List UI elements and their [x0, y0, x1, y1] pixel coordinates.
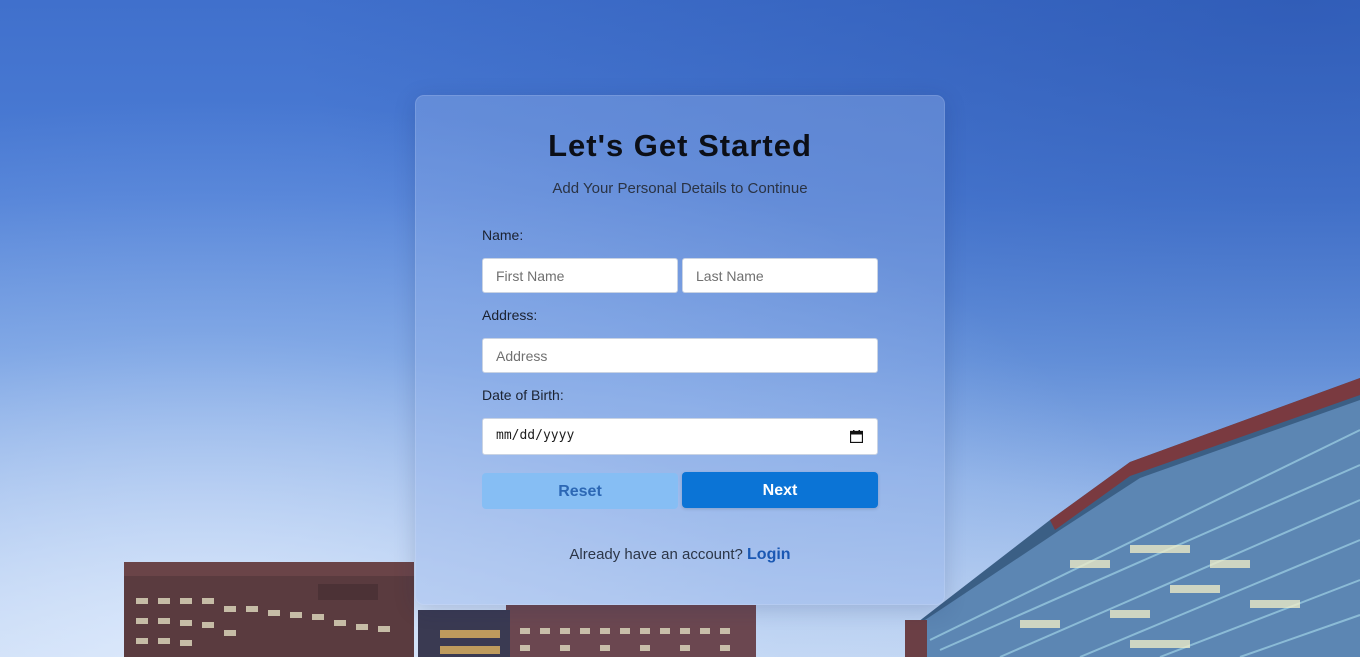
login-prompt-text: Already have an account?	[569, 546, 743, 563]
next-button[interactable]: Next	[682, 472, 878, 508]
calendar-icon[interactable]	[850, 430, 863, 443]
login-link[interactable]: Login	[747, 546, 791, 563]
address-label: Address:	[482, 307, 538, 323]
address-input[interactable]	[482, 338, 878, 373]
signup-page: Let's Get Started Add Your Personal Deta…	[0, 0, 1365, 657]
first-name-input[interactable]	[482, 258, 678, 293]
scrollbar[interactable]	[1360, 0, 1365, 657]
reset-button[interactable]: Reset	[482, 473, 678, 509]
date-placeholder: mm/dd/yyyy	[496, 428, 575, 443]
last-name-input[interactable]	[682, 258, 878, 293]
login-prompt: Already have an account? Login	[416, 546, 944, 564]
page-title: Let's Get Started	[548, 128, 812, 163]
signup-card: Let's Get Started Add Your Personal Deta…	[415, 95, 945, 605]
page-subtitle: Add Your Personal Details to Continue	[552, 180, 808, 197]
date-of-birth-input[interactable]: mm/dd/yyyy	[482, 418, 878, 455]
dob-label: Date of Birth:	[482, 387, 564, 403]
right-building	[905, 378, 1361, 657]
name-label: Name:	[482, 227, 524, 243]
